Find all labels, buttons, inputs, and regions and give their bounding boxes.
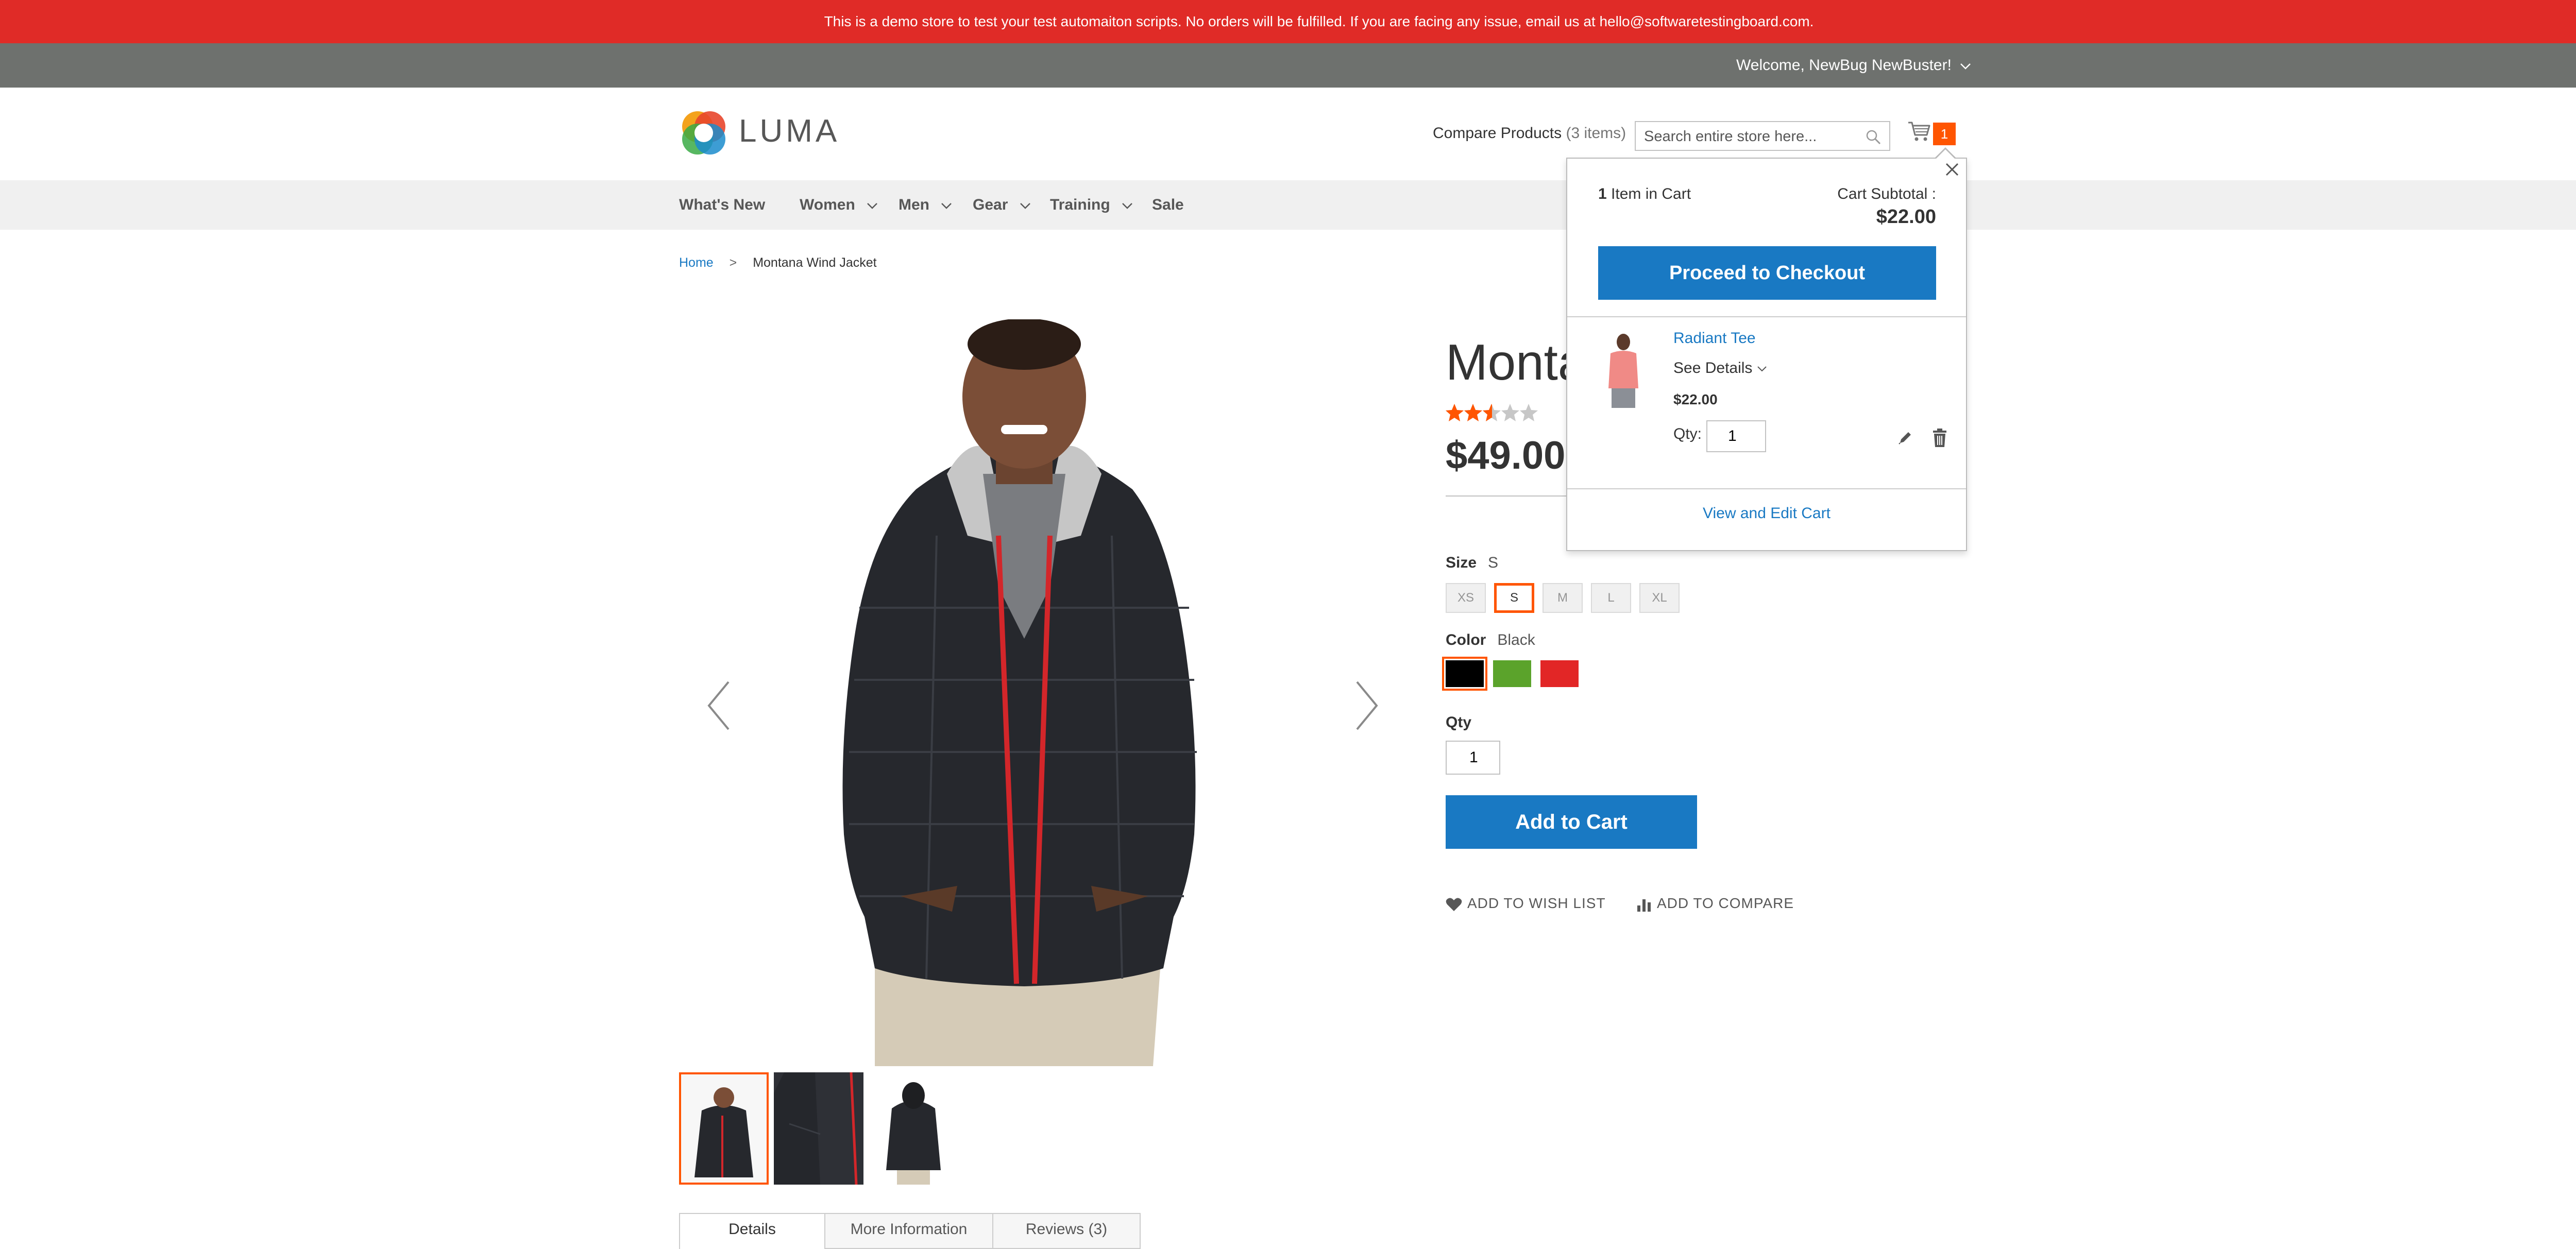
tab-reviews[interactable]: Reviews (3)	[992, 1213, 1141, 1249]
chevron-down-icon	[1960, 43, 1971, 88]
search-box	[1635, 121, 1890, 151]
nav-label: Training	[1050, 196, 1110, 213]
compare-chart-icon	[1637, 899, 1651, 912]
cart-icon[interactable]	[1907, 119, 1931, 143]
see-details-label: See Details	[1673, 360, 1753, 377]
banner-text: This is a demo store to test your test a…	[824, 13, 1814, 29]
breadcrumb-current: Montana Wind Jacket	[753, 255, 877, 270]
breadcrumb: Home > Montana Wind Jacket	[679, 255, 877, 270]
minicart-pointer-fill	[1936, 149, 1955, 159]
product-main-image[interactable]	[679, 319, 1385, 1066]
divider	[1567, 488, 1966, 489]
chevron-down-icon	[867, 180, 878, 230]
minicart-count-number: 1	[1598, 185, 1607, 202]
color-option-label: Color Black	[1446, 631, 1535, 649]
color-swatch-black[interactable]	[1442, 657, 1487, 691]
nav-label: Sale	[1152, 196, 1184, 213]
color-swatch-green[interactable]	[1493, 660, 1531, 687]
size-option-label: Size S	[1446, 554, 1498, 572]
color-label: Color	[1446, 631, 1486, 648]
product-price: $49.00	[1446, 434, 1566, 477]
cart-count-badge[interactable]: 1	[1933, 123, 1956, 145]
minicart-dropdown: 1 Item in Cart Cart Subtotal : $22.00 Pr…	[1566, 158, 1967, 551]
qty-input[interactable]	[1446, 741, 1500, 775]
tab-label: Details	[728, 1221, 776, 1238]
minicart-item-count: 1 Item in Cart	[1598, 185, 1691, 203]
color-swatch-red[interactable]	[1540, 660, 1579, 687]
nav-item-whats-new[interactable]: What's New	[679, 180, 765, 230]
demo-store-banner: This is a demo store to test your test a…	[0, 0, 2576, 43]
nav-item-sale[interactable]: Sale	[1152, 180, 1184, 230]
view-and-edit-cart-link[interactable]: View and Edit Cart	[1567, 505, 1966, 522]
nav-item-training[interactable]: Training	[1050, 180, 1133, 230]
trash-icon[interactable]	[1931, 427, 1948, 448]
nav-item-women[interactable]: Women	[800, 180, 878, 230]
chevron-right-icon[interactable]	[1354, 680, 1380, 731]
minicart-count-text: Item in Cart	[1611, 185, 1691, 202]
product-thumbnail[interactable]	[869, 1072, 958, 1185]
chevron-down-icon	[941, 180, 952, 230]
tab-label: More Information	[850, 1221, 968, 1238]
compare-products-link[interactable]: Compare Products (3 items)	[1433, 125, 1626, 142]
nav-label: Women	[800, 196, 855, 213]
product-thumbnail[interactable]	[774, 1072, 863, 1185]
nav-label: Men	[899, 196, 929, 213]
color-selected-value: Black	[1497, 631, 1535, 648]
divider	[1567, 316, 1966, 317]
logo-text: LUMA	[739, 113, 840, 149]
tab-more-information[interactable]: More Information	[824, 1213, 993, 1249]
tab-details[interactable]: Details	[679, 1213, 825, 1249]
proceed-to-checkout-button[interactable]: Proceed to Checkout	[1598, 246, 1936, 300]
logo-icon	[682, 111, 725, 155]
rating-stars[interactable]	[1446, 403, 1538, 423]
cart-item-name-link[interactable]: Radiant Tee	[1673, 330, 1756, 347]
compare-label: ADD TO COMPARE	[1657, 895, 1794, 911]
top-bar: Welcome, NewBug NewBuster!	[0, 43, 2576, 88]
size-swatch-xl[interactable]: XL	[1639, 583, 1680, 613]
welcome-text: Welcome, NewBug NewBuster!	[1736, 57, 1952, 74]
size-label: Size	[1446, 554, 1477, 571]
cart-subtotal-label: Cart Subtotal :	[1837, 185, 1936, 202]
size-swatch-l[interactable]: L	[1591, 583, 1631, 613]
cart-item-image[interactable]	[1600, 332, 1647, 409]
nav-item-gear[interactable]: Gear	[973, 180, 1031, 230]
welcome-menu[interactable]: Welcome, NewBug NewBuster!	[1736, 43, 1971, 88]
cart-item-qty-input[interactable]	[1706, 420, 1766, 452]
search-icon[interactable]	[1866, 129, 1881, 145]
chevron-down-icon	[1757, 366, 1767, 372]
add-to-compare-link[interactable]: ADD TO COMPARE	[1636, 895, 1794, 912]
close-icon[interactable]	[1943, 161, 1961, 178]
chevron-left-icon[interactable]	[706, 680, 732, 731]
cart-item-qty-label: Qty:	[1673, 425, 1702, 442]
size-swatch-m[interactable]: M	[1543, 583, 1583, 613]
see-details-toggle[interactable]: See Details	[1673, 360, 1767, 377]
breadcrumb-separator: >	[729, 255, 737, 270]
size-swatch-xs[interactable]: XS	[1446, 583, 1486, 613]
cart-item-price: $22.00	[1673, 391, 1718, 407]
compare-label: Compare Products	[1433, 125, 1562, 142]
main-nav: What's New Women Men Gear Training Sale	[0, 180, 2576, 230]
compare-count: (3 items)	[1566, 125, 1626, 142]
add-to-wish-list-link[interactable]: ADD TO WISH LIST	[1446, 895, 1606, 912]
product-thumbnail[interactable]	[679, 1072, 769, 1185]
chevron-down-icon	[1122, 180, 1133, 230]
chevron-down-icon	[1020, 180, 1031, 230]
add-to-cart-button[interactable]: Add to Cart	[1446, 795, 1697, 849]
tab-label: Reviews (3)	[1025, 1221, 1108, 1238]
nav-item-men[interactable]: Men	[899, 180, 952, 230]
cart-subtotal-value: $22.00	[1876, 206, 1936, 228]
size-selected-value: S	[1488, 554, 1499, 571]
wish-list-label: ADD TO WISH LIST	[1467, 895, 1606, 911]
edit-pencil-icon[interactable]	[1897, 430, 1913, 446]
search-input[interactable]	[1643, 126, 1856, 147]
luma-logo[interactable]: LUMA	[679, 108, 837, 158]
nav-label: Gear	[973, 196, 1008, 213]
heart-icon	[1446, 898, 1462, 911]
size-swatch-s[interactable]: S	[1494, 583, 1534, 613]
breadcrumb-home-link[interactable]: Home	[679, 255, 714, 270]
product-title: Monta	[1446, 334, 1586, 390]
qty-label: Qty	[1446, 714, 1472, 731]
nav-label: What's New	[679, 196, 766, 213]
